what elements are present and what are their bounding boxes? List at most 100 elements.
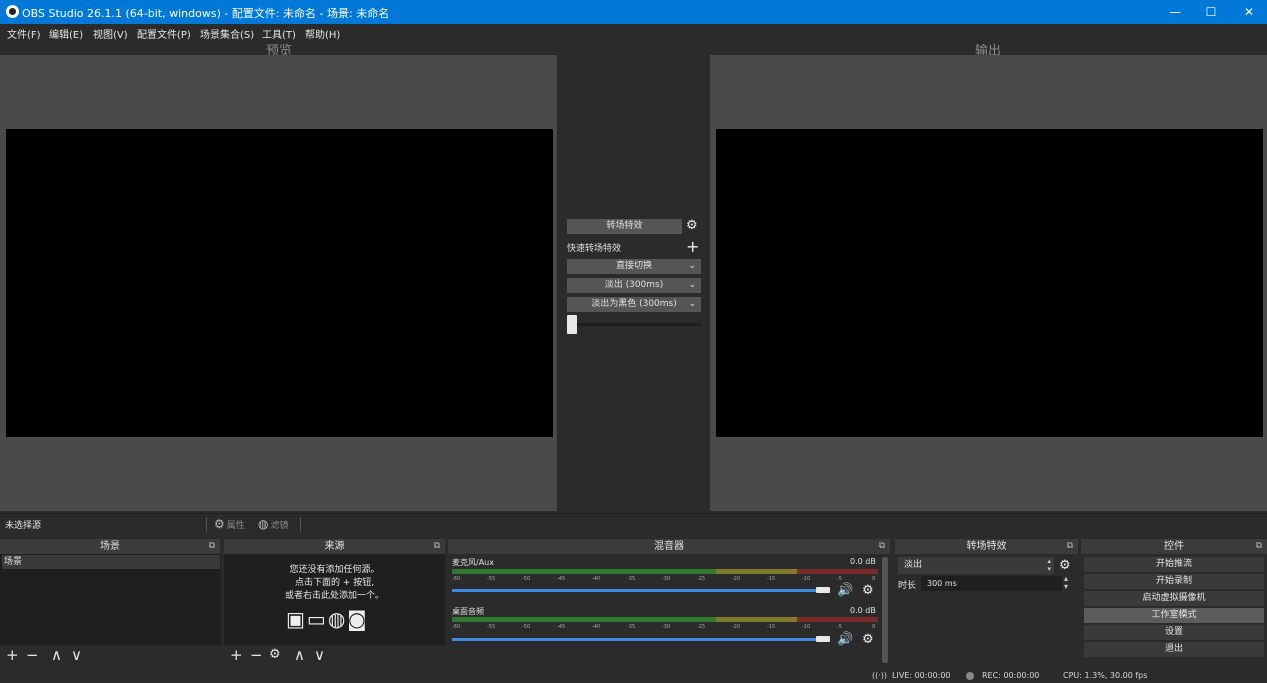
menu-view[interactable]: 视图(V) — [93, 26, 128, 41]
live-timer: LIVE: 00:00:00 — [892, 671, 951, 680]
menu-file[interactable]: 文件(F) — [7, 26, 41, 41]
globe-icon: ◍ — [327, 607, 348, 631]
close-button[interactable]: ✕ — [1226, 0, 1267, 24]
meter-tick-label: -35 — [627, 624, 636, 630]
desktop-audio-volume-handle[interactable] — [816, 636, 830, 642]
filters-button[interactable]: ◍ 滤镜 — [258, 517, 289, 531]
menu-tools[interactable]: 工具(T) — [262, 26, 296, 41]
meter-tick-label: -50 — [522, 576, 531, 582]
add-scene-plus-icon[interactable]: + — [6, 646, 19, 664]
camera-icon: ◙ — [347, 607, 369, 631]
remove-scene-minus-icon[interactable]: − — [26, 646, 39, 664]
duration-spin-arrows-icon[interactable]: ▴ ▾ — [1064, 575, 1068, 591]
meter-tick-label: -40 — [592, 624, 601, 630]
transition-button[interactable]: 转场特效 — [567, 219, 682, 234]
toolbar-divider — [206, 517, 207, 532]
toolbar-divider — [300, 517, 301, 532]
menu-scene-collection[interactable]: 场景集合(S) — [200, 26, 254, 41]
undock-icon[interactable]: ⧉ — [209, 539, 215, 554]
duration-label: 时长 — [898, 581, 917, 591]
remove-source-minus-icon[interactable]: − — [250, 646, 263, 664]
mixer-scrollbar[interactable] — [882, 557, 888, 663]
transition-slider-track[interactable] — [567, 323, 701, 326]
chevron-down-icon: ⌄ — [688, 280, 696, 290]
meter-tick-label: -55 — [487, 576, 496, 582]
source-toolbar: 未选择源 ⚙ 属性 ◍ 滤镜 — [0, 513, 1267, 533]
start-streaming-button[interactable]: 开始推流 — [1084, 557, 1264, 572]
quick-transition-cut-label: 直接切换 — [615, 261, 652, 271]
desktop-audio-db: 0.0 dB — [850, 606, 876, 615]
source-properties-gear-icon[interactable]: ⚙ — [269, 646, 281, 664]
meter-tick-label: -30 — [662, 576, 671, 582]
quick-transition-cut[interactable]: 直接切换 ⌄ — [567, 259, 701, 274]
menu-edit[interactable]: 编辑(E) — [49, 26, 83, 41]
undock-icon[interactable]: ⧉ — [1067, 539, 1073, 554]
desktop-audio-track-name: 桌面音频 — [452, 607, 484, 616]
properties-button[interactable]: ⚙ 属性 — [214, 517, 245, 531]
transition-properties-gear-icon[interactable]: ⚙ — [1059, 558, 1071, 573]
transition-slider-handle[interactable] — [567, 315, 577, 334]
meter-tick-label: -25 — [697, 576, 706, 582]
desktop-audio-volume-slider[interactable] — [452, 638, 830, 641]
properties-label: 属性 — [226, 521, 245, 531]
obs-logo-icon — [6, 5, 19, 18]
meter-tick-label: -5 — [837, 576, 842, 582]
quick-transition-fade-label: 淡出 (300ms) — [604, 280, 664, 290]
exit-button[interactable]: 退出 — [1084, 642, 1264, 657]
move-scene-up-chevron-icon[interactable]: ∧ — [51, 646, 62, 664]
settings-button[interactable]: 设置 — [1084, 625, 1264, 640]
meter-tick-label: -20 — [732, 624, 741, 630]
scene-item[interactable]: 场景 — [2, 555, 220, 569]
transitions-dock-header: 转场特效 ⧉ — [895, 539, 1078, 554]
sources-dock-title: 来源 — [324, 541, 345, 552]
meter-tick-label: -45 — [557, 576, 566, 582]
duration-input[interactable]: 300 ms — [921, 576, 1062, 591]
add-source-plus-icon[interactable]: + — [230, 646, 243, 664]
undock-icon[interactable]: ⧉ — [434, 539, 440, 554]
scenes-dock-header: 场景 ⧉ — [0, 539, 220, 554]
meter-tick-label: -40 — [592, 576, 601, 582]
undock-icon[interactable]: ⧉ — [1256, 539, 1262, 554]
meter-tick-label: -10 — [802, 576, 811, 582]
start-virtual-camera-button[interactable]: 启动虚拟摄像机 — [1084, 591, 1264, 606]
undock-icon[interactable]: ⧉ — [879, 539, 885, 554]
menu-profile[interactable]: 配置文件(P) — [137, 26, 191, 41]
move-source-up-chevron-icon[interactable]: ∧ — [294, 646, 305, 664]
status-bar: ((·)) LIVE: 00:00:00 REC: 00:00:00 CPU: … — [0, 668, 1267, 683]
transition-settings-gear-icon[interactable]: ⚙ — [686, 218, 698, 233]
meter-tick-label: -50 — [522, 624, 531, 630]
quick-transition-fade-black-label: 淡出为黑色 (300ms) — [591, 299, 677, 309]
mic-aux-volume-slider[interactable] — [452, 589, 830, 592]
quick-transition-fade[interactable]: 淡出 (300ms) ⌄ — [567, 278, 701, 293]
image-icon: ▣ — [286, 607, 307, 631]
start-recording-button[interactable]: 开始录制 — [1084, 574, 1264, 589]
window-title: OBS Studio 26.1.1 (64-bit, windows) - 配置… — [22, 7, 390, 20]
add-quick-transition-plus-icon[interactable]: + — [686, 239, 699, 255]
sources-empty-message: 您还没有添加任何源。 点击下面的 + 按钮, 或者右击此处添加一个。 — [224, 564, 445, 603]
meter-tick-label: -30 — [662, 624, 671, 630]
chevron-down-icon: ⌄ — [688, 261, 696, 271]
move-scene-down-chevron-icon[interactable]: ∨ — [71, 646, 82, 664]
desktop-audio-meter-ticks: -60 -55 -50 -45 -40 -35 -30 -25 -20 -15 -10 -5 0 — [452, 621, 878, 631]
empty-message-line: 点击下面的 + 按钮, — [294, 578, 375, 588]
mic-aux-gear-icon[interactable]: ⚙ — [862, 583, 874, 598]
mic-aux-volume-handle[interactable] — [816, 587, 830, 593]
mic-aux-speaker-icon[interactable]: 🔊 — [837, 583, 853, 598]
quick-transition-fade-black[interactable]: 淡出为黑色 (300ms) ⌄ — [567, 297, 701, 312]
studio-mode-button[interactable]: 工作室模式 — [1084, 608, 1264, 623]
gear-icon: ⚙ — [214, 517, 225, 531]
quick-transitions-label: 快速转场特效 — [567, 244, 622, 254]
transition-select[interactable]: 淡出 ▴ ▾ — [898, 557, 1054, 574]
transitions-dock-title: 转场特效 — [966, 541, 1007, 552]
meter-tick-label: -5 — [837, 624, 842, 630]
menu-help[interactable]: 帮助(H) — [305, 26, 340, 41]
live-broadcast-icon: ((·)) — [872, 671, 888, 680]
no-source-selected-label: 未选择源 — [5, 521, 42, 531]
meter-tick-label: 0 — [872, 576, 876, 582]
desktop-audio-speaker-icon[interactable]: 🔊 — [837, 632, 853, 647]
empty-message-line: 或者右击此处添加一个。 — [284, 591, 384, 601]
sources-dock-header: 来源 ⧉ — [224, 539, 445, 554]
preview-canvas[interactable] — [6, 129, 553, 437]
desktop-audio-gear-icon[interactable]: ⚙ — [862, 632, 874, 647]
move-source-down-chevron-icon[interactable]: ∨ — [314, 646, 325, 664]
